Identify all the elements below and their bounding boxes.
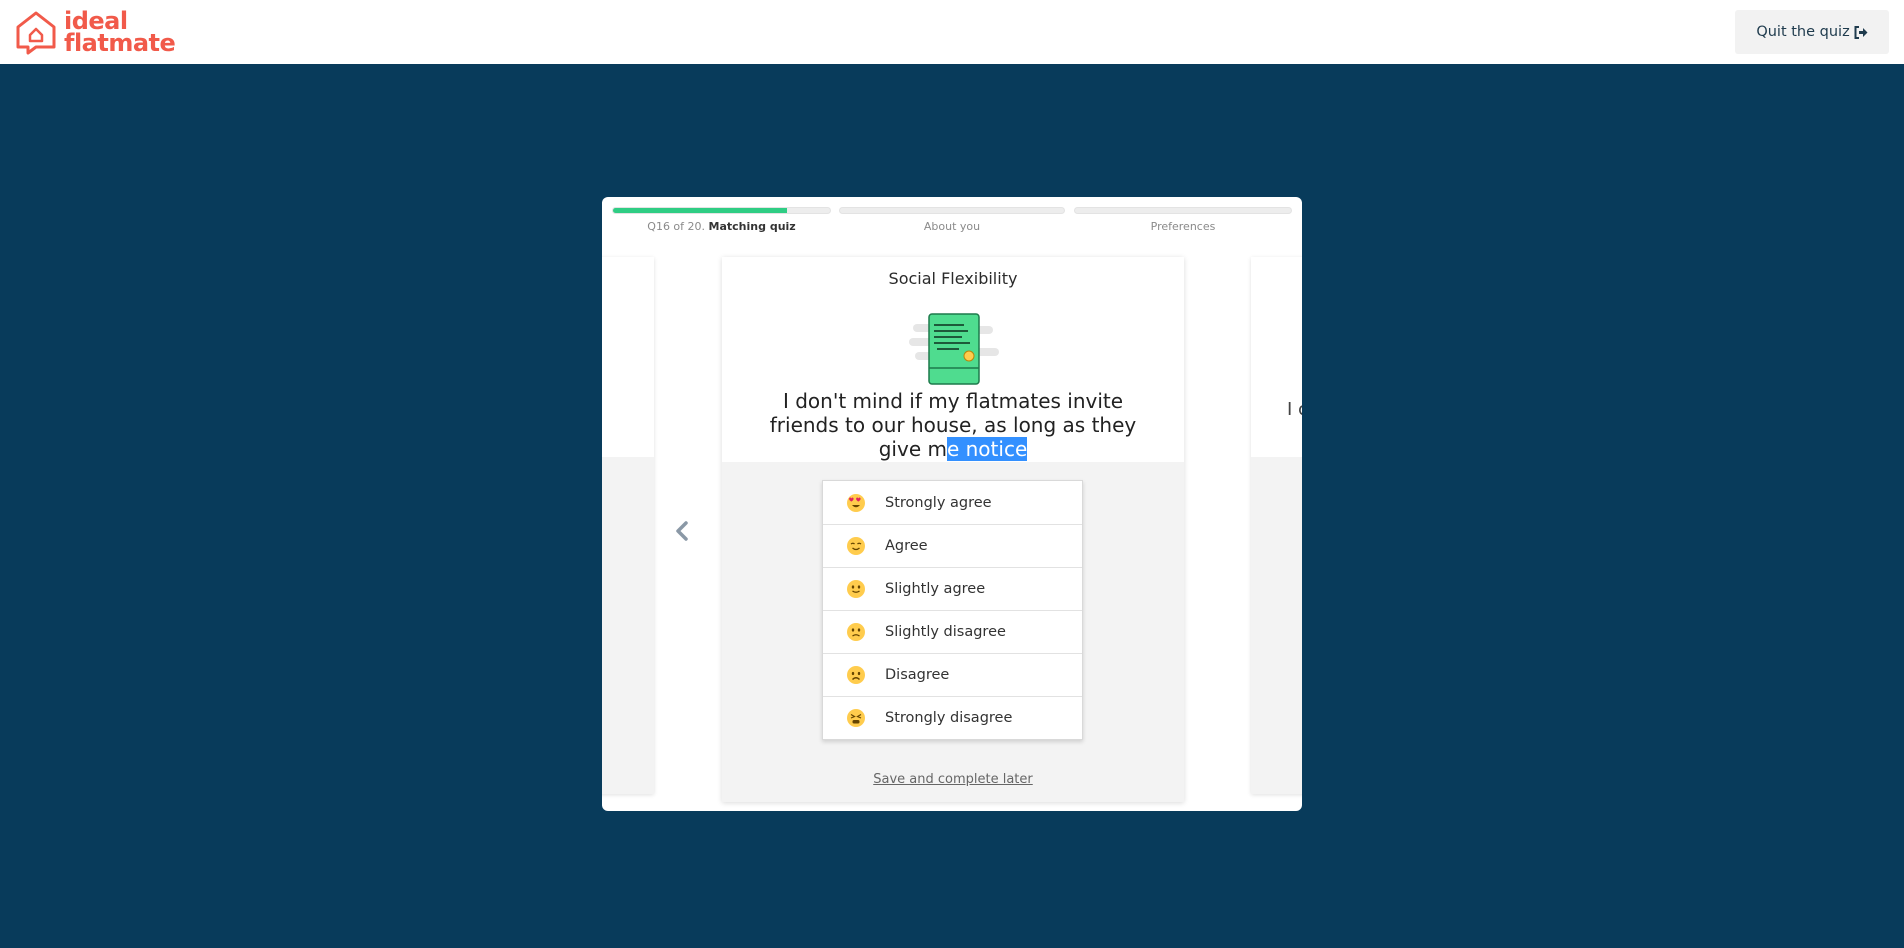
question-category-title: Social Flexibility: [888, 269, 1018, 288]
logo-line-2: flatmate: [64, 29, 176, 57]
top-header: ideal flatmate Quit the quiz: [0, 0, 1904, 64]
answer-label: Strongly agree: [885, 494, 992, 511]
step-1-progress-bar: [612, 207, 831, 214]
answer-area: Strongly agree Agree Slightly agree Slig…: [722, 462, 1184, 802]
step-about-you: About you: [839, 207, 1065, 237]
step-1-progress-fill: [613, 208, 787, 213]
step-3-label: Preferences: [1150, 220, 1216, 233]
question-text: I don't mind if my flatmates invite frie…: [762, 389, 1144, 461]
answer-label: Slightly disagree: [885, 624, 1006, 640]
house-speech-logo-icon: [16, 11, 56, 55]
frown-emoji-icon: [847, 666, 865, 684]
progress-steps: Q16 of 20. Matching quiz About you Prefe…: [612, 207, 1292, 237]
quit-quiz-button[interactable]: Quit the quiz: [1735, 10, 1889, 54]
chevron-left-icon: [676, 521, 688, 541]
step-3-progress-bar: [1074, 207, 1292, 214]
quit-quiz-label: Quit the quiz: [1756, 24, 1850, 40]
step-1-name: Matching quiz: [708, 220, 796, 233]
slight-smile-emoji-icon: [847, 580, 865, 598]
answer-slightly-disagree[interactable]: Slightly disagree: [823, 610, 1082, 653]
next-card-peek-text: I c: [1287, 399, 1302, 420]
quiz-modal: Q16 of 20. Matching quiz About you Prefe…: [602, 197, 1302, 811]
question-card: Social Flexibility I don't mind if my fl…: [722, 257, 1184, 802]
answer-label: Disagree: [885, 667, 950, 683]
question-text-selected: e notice: [946, 437, 1028, 461]
save-and-complete-later-link[interactable]: Save and complete later: [722, 772, 1184, 787]
step-2-progress-bar: [839, 207, 1065, 214]
heart-eyes-emoji-icon: [847, 493, 865, 512]
answer-slightly-agree[interactable]: Slightly agree: [823, 567, 1082, 610]
fridge-illustration-icon: [909, 313, 999, 385]
answer-label: Strongly disagree: [885, 710, 1013, 726]
answer-disagree[interactable]: Disagree: [823, 653, 1082, 696]
logo-text: ideal flatmate: [64, 9, 176, 57]
previous-question-button[interactable]: [670, 519, 694, 543]
relieved-emoji-icon: [847, 537, 865, 555]
next-question-card: I c: [1251, 257, 1302, 794]
step-preferences: Preferences: [1074, 207, 1292, 237]
step-matching-quiz: Q16 of 20. Matching quiz: [612, 207, 831, 237]
step-1-label: Q16 of 20. Matching quiz: [612, 220, 831, 233]
previous-question-card: [602, 257, 654, 794]
next-card-lower: [1251, 457, 1302, 794]
sign-out-icon: [1854, 25, 1868, 39]
distressed-emoji-icon: [847, 709, 865, 727]
answer-label: Slightly agree: [885, 581, 986, 597]
step-2-label: About you: [923, 220, 981, 233]
previous-card-lower: [602, 457, 654, 794]
answer-strongly-agree[interactable]: Strongly agree: [823, 481, 1082, 524]
answer-options-list: Strongly agree Agree Slightly agree Slig…: [822, 480, 1083, 740]
answer-agree[interactable]: Agree: [823, 524, 1082, 567]
question-counter: Q16 of 20.: [647, 220, 706, 233]
answer-label: Agree: [885, 538, 928, 554]
slight-frown-emoji-icon: [847, 623, 865, 641]
ideal-flatmate-logo[interactable]: ideal flatmate: [14, 9, 176, 57]
answer-strongly-disagree[interactable]: Strongly disagree: [823, 696, 1082, 739]
